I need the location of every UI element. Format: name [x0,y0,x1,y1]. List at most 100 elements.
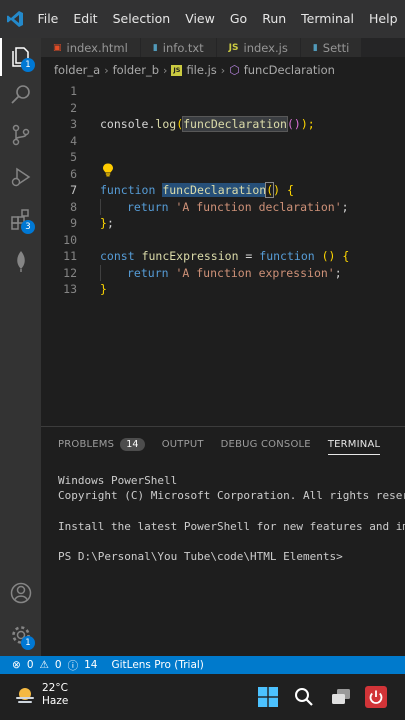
token: function [259,249,315,263]
search-icon [295,688,313,706]
token: } [100,216,107,230]
tab-problems[interactable]: PROBLEMS 14 [58,427,145,461]
tab-info-txt[interactable]: ▮ info.txt [140,38,217,57]
breadcrumb-symbol[interactable]: funcDeclaration [244,63,335,77]
info-icon: ⓘ [67,659,79,672]
explorer-badge: 1 [21,58,35,72]
terminal-output[interactable]: Windows PowerShell Copyright (C) Microsof… [58,473,405,564]
extensions-button[interactable]: 3 [0,200,41,238]
breadcrumb-folder-b[interactable]: folder_b [113,63,159,77]
power-app-icon [365,686,387,708]
bottom-panel: PROBLEMS 14 OUTPUT DEBUG CONSOLE TERMINA… [41,426,405,656]
line-number: 8 [70,199,77,214]
token: ; [106,216,114,230]
tab-index-html[interactable]: ▣ index.html [41,38,141,57]
token: const [100,249,135,263]
explorer-button[interactable]: 1 [0,38,41,76]
code-line: 6 [41,166,405,183]
extensions-badge: 3 [21,220,35,234]
menu-edit[interactable]: Edit [66,0,105,38]
tab-settings[interactable]: ▮ Setti [300,38,363,57]
token: funcDeclaration [182,116,288,132]
token: return [127,265,169,280]
breadcrumb-file[interactable]: file.js [186,63,216,77]
status-bar: ⊗ 0 ⚠ 0 ⓘ 14 GitLens Pro (Trial) [0,656,405,674]
js-icon: JS [228,42,239,53]
menu-bar: File Edit Selection View Go Run Terminal… [30,0,405,38]
leaf-icon [16,251,25,272]
search-button[interactable] [0,76,41,114]
gitlens-status[interactable]: GitLens Pro (Trial) [111,659,203,671]
tab-terminal[interactable]: TERMINAL [327,427,381,461]
accounts-button[interactable] [0,574,41,612]
menu-file[interactable]: File [30,0,66,38]
title-bar: File Edit Selection View Go Run Terminal… [0,0,405,38]
tab-debug-console[interactable]: DEBUG CONSOLE [221,427,311,461]
tab-label: index.html [66,40,128,55]
temperature: 22°C [42,682,68,694]
code-line: 9}; [41,215,405,232]
menu-run[interactable]: Run [255,0,294,38]
tab-index-js[interactable]: JS index.js [216,38,301,57]
token: return [127,199,169,214]
menu-selection[interactable]: Selection [105,0,178,38]
menu-go[interactable]: Go [222,0,254,38]
editor-tabs: ▣ index.html ▮ info.txt JS index.js ▮ Se… [41,38,405,57]
token: () [286,117,301,131]
taskbar-search-button[interactable] [290,683,318,711]
error-icon: ⊗ [12,659,21,671]
code-line: 11 const funcExpression = function () { [41,248,405,265]
vscode-logo-icon [0,0,30,38]
manage-button[interactable]: 1 [0,616,41,654]
run-debug-icon [11,167,30,187]
mongodb-button[interactable] [0,242,41,280]
breadcrumb-folder-a[interactable]: folder_a [54,63,100,77]
tab-label: OUTPUT [161,438,204,450]
active-indicator [0,38,2,76]
code-text: function funcDeclaration() { [100,182,294,199]
weather-widget[interactable]: 22°C Haze [14,682,68,708]
token: log [155,117,177,131]
lightbulb-icon[interactable] [102,163,114,177]
line-number: 7 [70,183,77,197]
menu-help[interactable]: Help [362,0,405,38]
app-button[interactable] [362,683,390,711]
tab-label: DEBUG CONSOLE [220,438,311,450]
text-file-icon: ▮ [152,42,158,53]
code-line: 7 function funcDeclaration() { [41,182,405,199]
task-view-button[interactable] [327,683,355,711]
warning-count[interactable]: 0 [55,659,62,671]
start-button[interactable] [254,683,282,711]
error-count[interactable]: 0 [27,659,34,671]
menu-terminal[interactable]: Terminal [294,0,362,38]
code-line: 12 return 'A function expression'; [41,265,405,282]
windows-taskbar: 22°C Haze [0,674,405,720]
indent-guide [100,264,101,281]
run-debug-button[interactable] [0,158,41,196]
code-text: return 'A function declaration'; [127,199,349,216]
line-number: 13 [63,282,77,296]
tab-label: info.txt [162,40,204,55]
code-line: 1 [41,83,405,100]
tab-output[interactable]: OUTPUT [162,427,204,461]
menu-view[interactable]: View [178,0,223,38]
code-line: 2 [41,100,405,117]
code-line: 4 [41,133,405,150]
token: function [100,183,156,197]
haze-weather-icon [16,688,34,703]
token: } [100,282,107,296]
tab-label: Setti [322,40,350,55]
code-line: 8 return 'A function declaration'; [41,199,405,216]
code-line: 10 [41,232,405,249]
code-line: 3 console.log(funcDeclaration()); [41,116,405,133]
info-count[interactable]: 14 [84,659,97,671]
line-number: 12 [63,265,77,280]
activity-bar: 1 3 1 [0,38,41,656]
search-icon [10,85,30,104]
code-editor[interactable]: 1 2 3 console.log(funcDeclaration()); 4 5… [41,83,405,426]
settings-badge: 1 [21,636,35,650]
token: () [321,249,336,263]
source-control-button[interactable] [0,116,41,154]
